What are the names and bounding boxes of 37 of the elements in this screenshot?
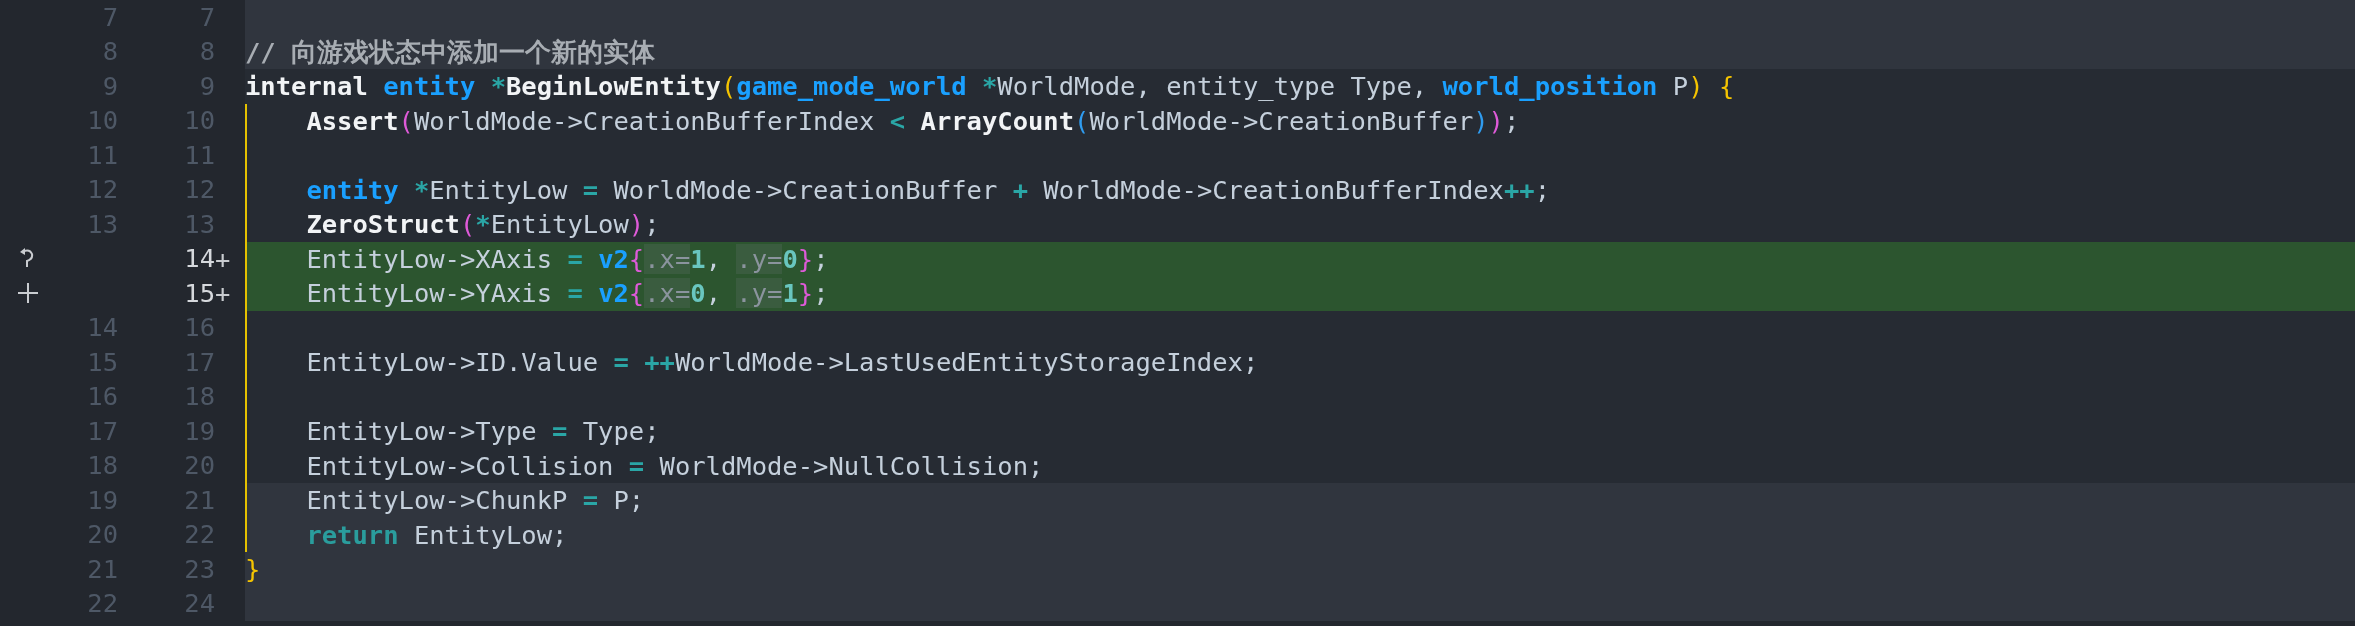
line-number: 22 — [183, 518, 215, 552]
line-number: 18 — [86, 449, 118, 483]
line-number: 15 — [86, 345, 118, 379]
line-number: 19 — [86, 483, 118, 517]
line-number: 17 — [86, 414, 118, 448]
line-number: 12 — [86, 173, 118, 207]
line-number: 9 — [101, 69, 118, 103]
line-number: 20 — [183, 449, 215, 483]
line-number: 24 — [183, 587, 215, 621]
line-number: 17 — [183, 345, 215, 379]
added-mark: + — [215, 243, 231, 274]
line-number: 13 — [183, 207, 215, 241]
line-number: 7 — [198, 0, 215, 34]
line-number: 21 — [86, 552, 118, 586]
line-number: 11 — [86, 138, 118, 172]
line-number: 21 — [183, 483, 215, 517]
line-number: 23 — [183, 552, 215, 586]
line-number: 15 — [183, 276, 215, 310]
line-number: 18 — [183, 380, 215, 414]
line-number: 20 — [86, 518, 118, 552]
line-number: 22 — [86, 587, 118, 621]
line-number: 7 — [101, 0, 118, 34]
line-number: 8 — [198, 35, 215, 69]
added-mark: + — [215, 278, 231, 308]
plus-icon[interactable] — [16, 282, 39, 305]
line-number: 16 — [86, 380, 118, 414]
line-number: 13 — [86, 207, 118, 241]
line-number: 14 — [86, 311, 118, 345]
line-number: 10 — [183, 104, 215, 138]
line-number: 9 — [198, 69, 215, 103]
line-number: 11 — [183, 138, 215, 172]
line-number: 12 — [183, 173, 215, 207]
line-number: 14 — [183, 242, 215, 276]
line-number: 8 — [101, 35, 118, 69]
line-number: 16 — [183, 311, 215, 345]
line-number: 10 — [86, 104, 118, 138]
line-number: 19 — [183, 414, 215, 448]
